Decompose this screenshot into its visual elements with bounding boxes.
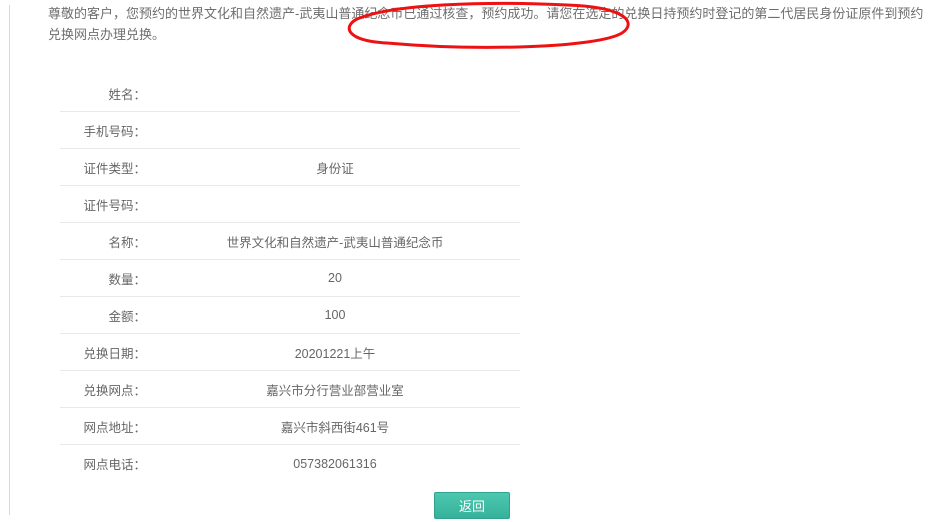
row-idno: 证件号码： [60,186,520,223]
row-exdate: 兑换日期： 20201221上午 [60,334,520,371]
left-border-line [9,5,10,515]
row-branch: 兑换网点： 嘉兴市分行营业部营业室 [60,371,520,408]
label-product: 名称： [60,232,150,251]
row-qty: 数量： 20 [60,260,520,297]
label-tel: 网点电话： [60,454,150,473]
label-addr: 网点地址： [60,417,150,436]
value-tel: 057382061316 [150,457,520,471]
button-bar: 返回 [0,492,944,519]
value-product: 世界文化和自然遗产-武夷山普通纪念币 [150,232,520,251]
label-qty: 数量： [60,269,150,288]
value-idtype: 身份证 [150,158,520,177]
label-branch: 兑换网点： [60,380,150,399]
label-phone: 手机号码： [60,121,150,140]
value-exdate: 20201221上午 [150,343,520,362]
row-idtype: 证件类型： 身份证 [60,149,520,186]
row-name: 姓名： [60,75,520,112]
row-tel: 网点电话： 057382061316 [60,445,520,482]
label-idtype: 证件类型： [60,158,150,177]
label-amount: 金额： [60,306,150,325]
value-addr: 嘉兴市斜西街461号 [150,417,520,436]
row-phone: 手机号码： [60,112,520,149]
label-exdate: 兑换日期： [60,343,150,362]
label-name: 姓名： [60,84,150,103]
details-table: 姓名： 手机号码： 证件类型： 身份证 证件号码： 名称： 世界文化和自然遗产-… [60,75,520,482]
row-amount: 金额： 100 [60,297,520,334]
label-idno: 证件号码： [60,195,150,214]
row-product: 名称： 世界文化和自然遗产-武夷山普通纪念币 [60,223,520,260]
value-qty: 20 [150,271,520,285]
value-branch: 嘉兴市分行营业部营业室 [150,380,520,399]
return-button[interactable]: 返回 [434,492,510,519]
row-addr: 网点地址： 嘉兴市斜西街461号 [60,408,520,445]
notice-text: 尊敬的客户，您预约的世界文化和自然遗产-武夷山普通纪念币已通过核查，预约成功。请… [48,4,928,46]
value-amount: 100 [150,308,520,322]
